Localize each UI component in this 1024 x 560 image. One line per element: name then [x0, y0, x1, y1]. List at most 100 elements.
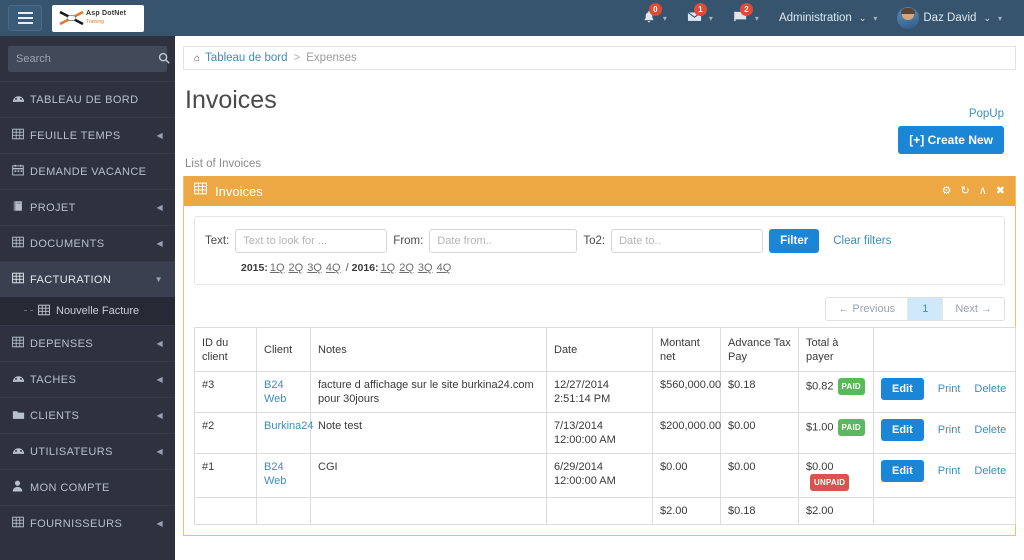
logo-x-icon	[59, 10, 84, 25]
sidebar-item-label: DEMANDE VACANCE	[30, 165, 147, 178]
cell-net: $200,000.00	[652, 412, 721, 454]
quarter-link-2016-2q[interactable]: 2Q	[399, 262, 414, 274]
client-link[interactable]: Burkina24	[264, 420, 314, 432]
date-from-input[interactable]	[429, 229, 578, 253]
sidebar-item-documents[interactable]: DOCUMENTS ◀	[0, 225, 175, 261]
sidebar-item-taches[interactable]: TACHES ◀	[0, 361, 175, 397]
close-icon[interactable]: ✖	[996, 185, 1005, 197]
dashboard-icon	[12, 372, 30, 387]
hamburger-icon[interactable]	[8, 5, 42, 31]
print-link[interactable]: Print	[938, 424, 961, 436]
user-name-label: Daz David	[923, 12, 977, 24]
collapse-icon[interactable]: ∧	[979, 185, 987, 197]
sidebar-item-mon-compte[interactable]: MON COMPTE	[0, 469, 175, 505]
breadcrumb-root[interactable]: Tableau de bord	[205, 52, 287, 64]
sidebar-item-facturation[interactable]: FACTURATION ▼	[0, 261, 175, 297]
client-link[interactable]: B24 Web	[264, 461, 286, 487]
column-header: Client	[256, 327, 311, 372]
messages-menu[interactable]: 1 ▾	[677, 0, 723, 36]
pagination: ← Previous 1 Next →	[825, 297, 1005, 321]
delete-link[interactable]: Delete	[974, 424, 1006, 436]
quarter-link-2016-1q[interactable]: 1Q	[381, 262, 396, 274]
calendar-icon	[12, 164, 30, 179]
sidebar-item-projet[interactable]: PROJET ◀	[0, 189, 175, 225]
cell-net: $0.00	[652, 453, 721, 498]
page-title: Invoices	[185, 86, 277, 114]
bell-icon: 0	[642, 2, 662, 27]
text-filter-input[interactable]	[235, 229, 388, 253]
quarter-link-2015-4q[interactable]: 4Q	[326, 262, 341, 274]
dashboard-icon	[12, 444, 30, 459]
flag-icon: 2	[733, 3, 753, 26]
sidebar-item-tableau-de-bord[interactable]: TABLEAU DE BORD	[0, 81, 175, 117]
notifications-menu[interactable]: 0 ▾	[632, 0, 677, 36]
envelope-icon: 1	[687, 3, 707, 26]
gear-icon[interactable]: ⚙	[942, 185, 952, 197]
quarter-link-2015-2q[interactable]: 2Q	[289, 262, 304, 274]
sidebar-item-clients[interactable]: CLIENTS ◀	[0, 397, 175, 433]
sidebar-item-label: UTILISATEURS	[30, 445, 113, 458]
column-header: Montant net	[652, 327, 721, 372]
totals-advance: $0.18	[720, 497, 799, 525]
chevron-left-icon: ◀	[156, 131, 163, 140]
invoices-panel: Invoices ⚙ ↻ ∧ ✖ Text: From: To2: Filter Cl…	[183, 176, 1016, 536]
quarter-link-2016-4q[interactable]: 4Q	[437, 262, 452, 274]
chevron-down-icon: ▾	[873, 13, 878, 23]
administration-menu[interactable]: Administration ⌄ ▾	[769, 0, 887, 36]
logo-tagline: Training	[86, 18, 104, 25]
table-row: #3 B24 Web facture d affichage sur le site…	[194, 371, 1016, 413]
search-box[interactable]	[8, 46, 170, 72]
chevron-left-icon: ◀	[156, 339, 163, 348]
pagination-next[interactable]: Next →	[943, 298, 1004, 320]
sidebar-item-utilisateurs[interactable]: UTILISATEURS ◀	[0, 433, 175, 469]
totals-total: $2.00	[798, 497, 874, 525]
print-link[interactable]: Print	[938, 383, 961, 395]
delete-link[interactable]: Delete	[974, 383, 1006, 395]
cell-actions: Edit Print Delete	[873, 412, 1016, 454]
grid-icon	[38, 304, 50, 319]
sidebar-item-depenses[interactable]: DEPENSES ◀	[0, 325, 175, 361]
edit-button[interactable]: Edit	[881, 460, 924, 482]
clear-filters-link[interactable]: Clear filters	[833, 235, 891, 247]
main-content: ⌂ Tableau de bord > Expenses Invoices Po…	[175, 36, 1024, 560]
sidebar-item-label: TACHES	[30, 373, 77, 386]
delete-link[interactable]: Delete	[974, 465, 1006, 477]
pagination-previous[interactable]: ← Previous	[826, 298, 909, 320]
table-body: #3 B24 Web facture d affichage sur le site…	[194, 371, 1016, 525]
status-badge: PAID	[837, 419, 865, 436]
totals-net: $2.00	[652, 497, 721, 525]
cell-date: 6/29/2014 12:00:00 AM	[546, 453, 653, 498]
top-navbar: Asp DotNet Training 0 ▾ 1 ▾ 2 ▾ Administ…	[0, 0, 1024, 36]
date-to-input[interactable]	[611, 229, 764, 253]
sidebar-item-demande-vacance[interactable]: DEMANDE VACANCE	[0, 153, 175, 189]
quarter-link-2015-3q[interactable]: 3Q	[307, 262, 322, 274]
user-icon	[12, 480, 30, 495]
tasks-menu[interactable]: 2 ▾	[723, 0, 769, 36]
refresh-icon[interactable]: ↻	[961, 185, 970, 197]
popup-link[interactable]: PopUp	[969, 108, 1004, 120]
client-link[interactable]: B24 Web	[264, 379, 286, 405]
edit-button[interactable]: Edit	[881, 419, 924, 441]
tasks-badge: 2	[739, 3, 753, 16]
search-icon[interactable]	[158, 52, 170, 67]
create-new-button[interactable]: [+] Create New	[898, 126, 1004, 154]
edit-button[interactable]: Edit	[881, 378, 924, 400]
column-header: Notes	[310, 327, 547, 372]
sidebar-item-fournisseurs[interactable]: FOURNISSEURS ◀	[0, 505, 175, 541]
from-filter-label: From:	[393, 235, 424, 247]
pagination-page-1[interactable]: 1	[908, 298, 944, 320]
print-link[interactable]: Print	[938, 465, 961, 477]
user-menu[interactable]: Daz David ⌄ ▾	[887, 0, 1012, 36]
quarter-link-2016-3q[interactable]: 3Q	[418, 262, 433, 274]
filter-button[interactable]: Filter	[769, 229, 820, 253]
sidebar-item-label: FEUILLE TEMPS	[30, 129, 121, 142]
sidebar-item-feuille-temps[interactable]: FEUILLE TEMPS ◀	[0, 117, 175, 153]
search-input[interactable]	[16, 53, 158, 65]
sidebar-subitem-nouvelle-facture[interactable]: Nouvelle Facture	[0, 297, 175, 325]
status-badge: PAID	[837, 378, 865, 395]
page-subtitle: List of Invoices	[185, 158, 262, 170]
filter-row: Text: From: To2: Filter Clear filters	[205, 229, 994, 253]
cell-notes: facture d affichage sur le site burkina2…	[310, 371, 547, 413]
app-logo[interactable]: Asp DotNet Training	[52, 4, 144, 32]
quarter-link-2015-1q[interactable]: 1Q	[270, 262, 285, 274]
